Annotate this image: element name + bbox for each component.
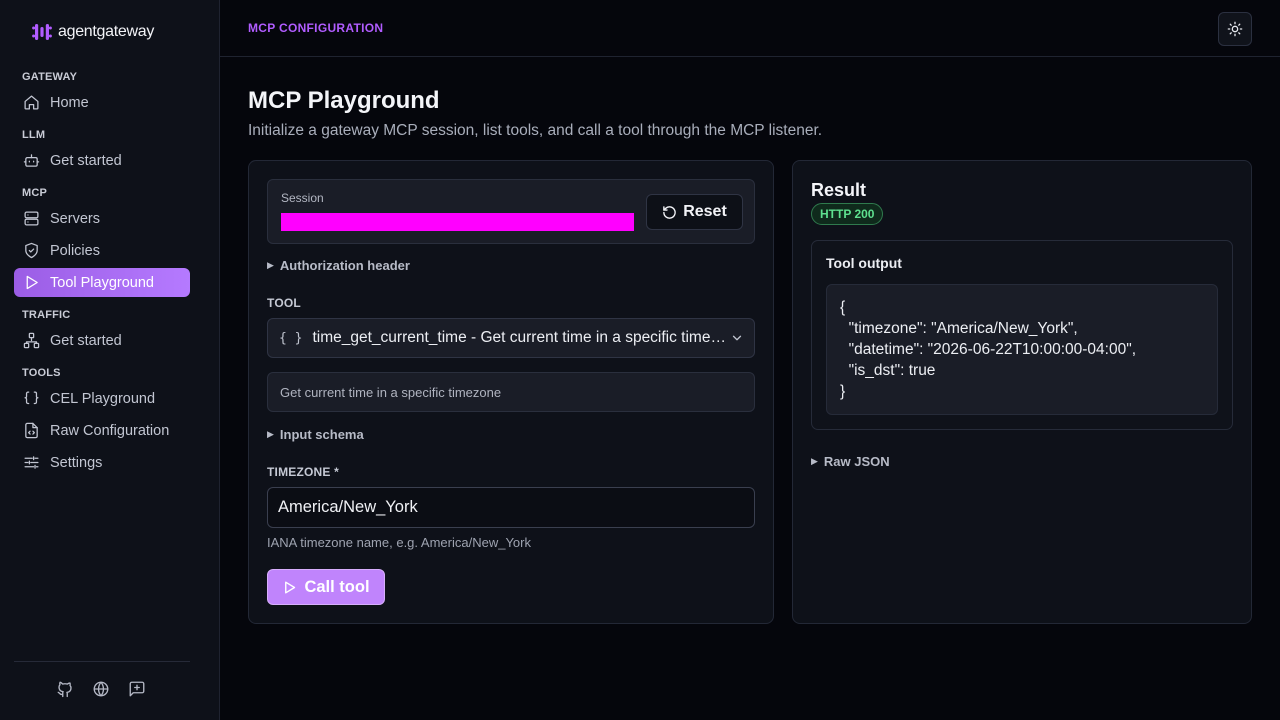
status-badge: HTTP 200 (811, 203, 884, 225)
tool-description: Get current time in a specific timezone (267, 372, 755, 412)
home-icon (24, 95, 39, 110)
input-schema-toggle[interactable]: ▶ Input schema (267, 427, 364, 442)
braces-icon (24, 391, 39, 405)
tool-label: TOOL (267, 296, 301, 310)
disclosure-triangle-icon: ▶ (267, 260, 274, 270)
call-tool-button[interactable]: Call tool (267, 569, 385, 605)
disclosure-triangle-icon: ▶ (811, 456, 818, 466)
page-title: MCP Playground (248, 87, 440, 114)
tool-output-card: Tool output { "timezone": "America/New_Y… (811, 240, 1233, 430)
brand-name: agentgateway (58, 23, 155, 40)
server-icon (24, 211, 39, 226)
robot-icon (23, 154, 40, 167)
timezone-hint: IANA timezone name, e.g. America/New_Yor… (267, 535, 531, 550)
nav-section-mcp: MCP (22, 187, 48, 199)
sidebar-item-llm-get-started[interactable]: Get started (14, 146, 190, 175)
timezone-input[interactable] (267, 487, 755, 528)
input-schema-label: Input schema (279, 427, 364, 442)
theme-toggle-button[interactable] (1218, 12, 1252, 46)
raw-json-toggle[interactable]: ▶ Raw JSON (811, 454, 890, 469)
sidebar-item-settings[interactable]: Settings (14, 448, 190, 477)
call-tool-label: Call tool (304, 577, 370, 596)
result-card: Result HTTP 200 Tool output { "timezone"… (792, 160, 1252, 624)
page-subtitle: Initialize a gateway MCP session, list t… (248, 122, 823, 139)
tool-output-title: Tool output (826, 255, 902, 271)
tool-select[interactable]: { } time_get_current_time - Get current … (267, 318, 755, 358)
result-title: Result (811, 180, 867, 200)
sidebar-item-policies[interactable]: Policies (14, 236, 190, 265)
sidebar-item-label: Servers (50, 210, 100, 227)
sidebar-item-raw-configuration[interactable]: Raw Configuration (14, 416, 190, 445)
breadcrumb[interactable]: MCP CONFIGURATION (248, 21, 383, 35)
play-icon (285, 581, 296, 593)
sidebar-footer (56, 680, 146, 698)
raw-json-label: Raw JSON (823, 454, 890, 469)
play-icon (26, 275, 38, 290)
sidebar-item-label: Get started (50, 332, 122, 349)
sidebar-item-label: Policies (50, 242, 100, 259)
tool-select-value: time_get_current_time - Get current time… (312, 329, 727, 346)
reset-button[interactable]: Reset (646, 194, 743, 230)
sidebar-item-servers[interactable]: Servers (14, 204, 190, 233)
globe-icon[interactable] (92, 680, 110, 698)
authorization-header-toggle[interactable]: ▶ Authorization header (267, 258, 410, 273)
sidebar-item-tool-playground[interactable]: Tool Playground (14, 268, 190, 297)
session-box: Session Reset (267, 179, 755, 244)
sidebar-item-home[interactable]: Home (14, 88, 190, 117)
sidebar-divider (14, 661, 190, 662)
sidebar-item-label: Tool Playground (50, 274, 154, 291)
sidebar-item-traffic-get-started[interactable]: Get started (14, 326, 190, 355)
github-icon[interactable] (56, 680, 74, 698)
tool-call-card: Session Reset ▶ Authorization header TOO… (248, 160, 774, 624)
sidebar: agentgateway GATEWAY Home LLM Get starte… (0, 0, 220, 720)
tool-output-code: { "timezone": "America/New_York", "datet… (826, 284, 1218, 415)
nav-section-gateway: GATEWAY (22, 71, 78, 83)
sliders-icon (24, 456, 39, 469)
agentgateway-logo-icon (32, 24, 52, 40)
sidebar-item-label: CEL Playground (50, 390, 156, 407)
brand[interactable]: agentgateway (32, 21, 154, 43)
disclosure-triangle-icon: ▶ (267, 429, 274, 439)
file-code-icon (25, 422, 38, 439)
sidebar-item-cel-playground[interactable]: CEL Playground (14, 384, 190, 413)
nav-section-llm: LLM (22, 129, 46, 141)
network-icon (23, 332, 40, 349)
timezone-label: TIMEZONE * (267, 465, 340, 479)
sidebar-item-label: Raw Configuration (50, 422, 170, 439)
session-label: Session (281, 191, 324, 205)
nav-section-traffic: TRAFFIC (22, 309, 71, 321)
sidebar-item-label: Home (50, 94, 89, 111)
sidebar-item-label: Settings (50, 454, 103, 471)
reset-label: Reset (683, 203, 727, 220)
braces-icon: { } (279, 330, 303, 346)
nav-section-tools: TOOLS (22, 367, 61, 379)
feedback-icon[interactable] (128, 680, 146, 698)
shield-icon (25, 242, 38, 259)
authorization-header-label: Authorization header (279, 258, 410, 273)
sidebar-item-label: Get started (50, 152, 122, 169)
topbar: MCP CONFIGURATION (220, 0, 1280, 57)
session-id-redacted (281, 213, 634, 231)
chevron-down-icon (732, 335, 742, 341)
reset-icon (663, 205, 676, 219)
sun-icon (1227, 21, 1243, 37)
